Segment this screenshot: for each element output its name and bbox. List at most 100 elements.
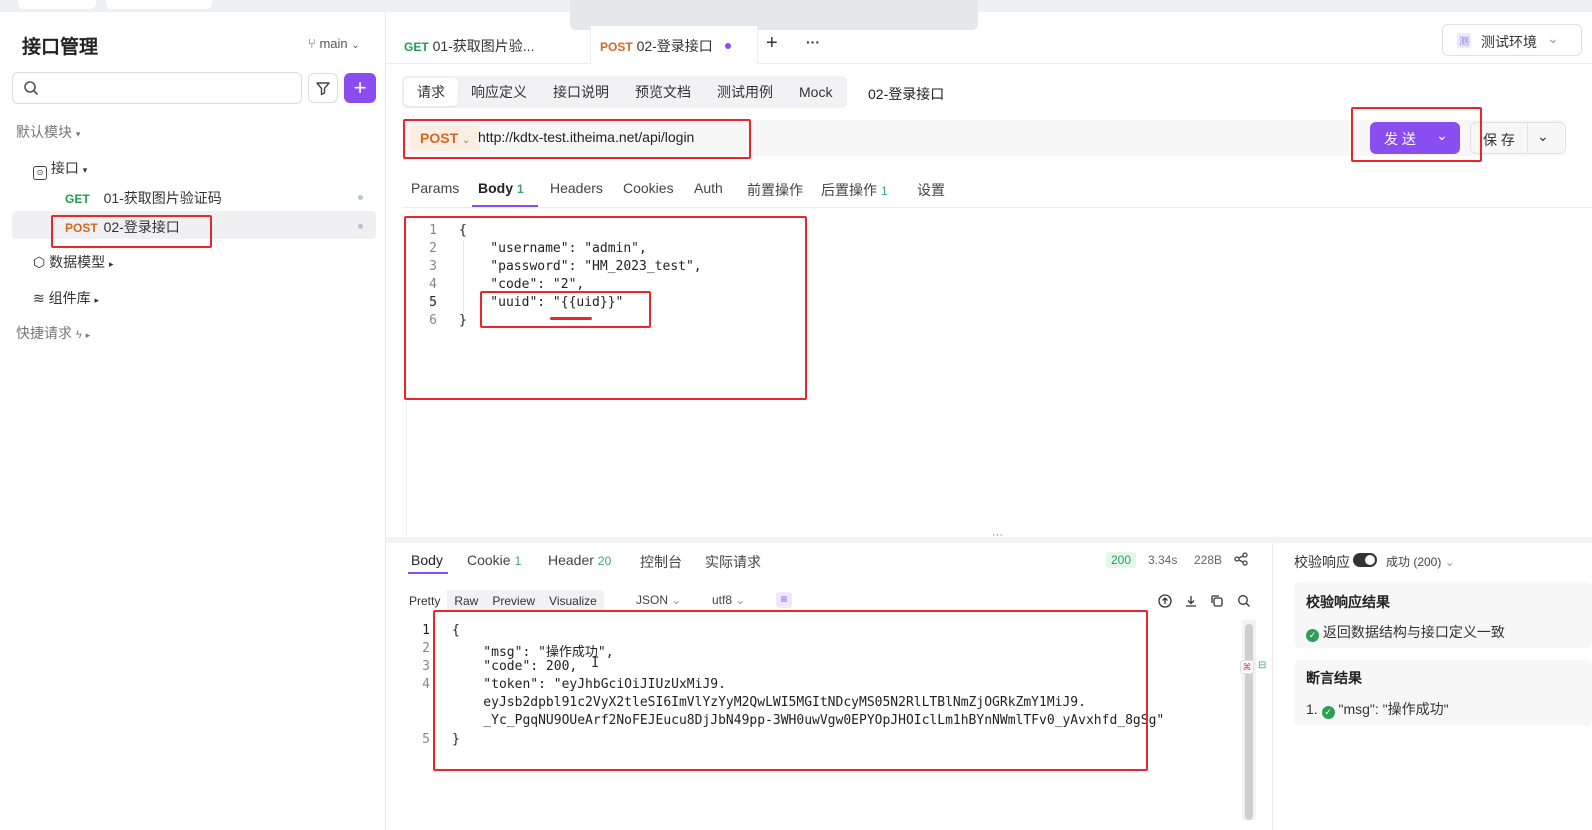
branch-selector[interactable]: ⑂ main ⌄	[308, 36, 360, 51]
mode-raw[interactable]: Raw	[447, 590, 485, 612]
tab-count: 1	[514, 554, 522, 568]
assert-text: "msg": "操作成功"	[1338, 701, 1449, 717]
mode-pretty[interactable]: Pretty	[402, 590, 448, 612]
check-circle-icon: ✓	[1321, 706, 1335, 719]
copy-icon[interactable]	[1210, 594, 1224, 611]
code-line: eyJsb2dpbl91c2VyX2tleSI6ImVlYzYyM2QwLWI5…	[452, 695, 1086, 710]
tab-post-login[interactable]: POST 02-登录接口	[600, 36, 731, 56]
request-body-editor[interactable]: 1 2 3 4 5 6 { "username": "admin", "pass…	[406, 218, 1592, 536]
save-button[interactable]: 保 存 ⌄	[1470, 122, 1566, 154]
tab-request[interactable]: 请求	[404, 78, 458, 106]
save-label: 保 存	[1483, 132, 1515, 148]
sidebar-item-label: 01-获取图片验证码	[103, 190, 222, 206]
tab-label: Header	[548, 552, 594, 568]
validation-status-select[interactable]: 成功 (200) ⌄	[1386, 553, 1455, 570]
chevron-down-icon: ⌄	[671, 593, 682, 607]
check-circle-icon: ✓	[1306, 629, 1319, 642]
method-badge: GET	[404, 40, 429, 54]
code-line: {	[459, 223, 467, 238]
mode-visualize[interactable]: Visualize	[542, 590, 604, 612]
filter-button[interactable]	[308, 73, 338, 103]
chevron-down-icon: ⌄	[351, 40, 360, 51]
line-number: 2	[422, 641, 430, 656]
send-dropdown-icon[interactable]: ⌄	[1436, 127, 1448, 144]
tab-mock[interactable]: Mock	[786, 78, 845, 106]
default-module-label: 默认模块	[16, 124, 72, 140]
tab-post-ops[interactable]: 后置操作 1	[821, 180, 888, 200]
sidebar-item-post[interactable]: POST 02-登录接口	[65, 217, 180, 237]
variable-underline	[550, 317, 592, 320]
tab-label: Cookie	[467, 552, 511, 568]
lightning-icon: ϟ	[75, 329, 82, 341]
tab-preview-docs[interactable]: 预览文档	[622, 78, 704, 106]
tab-get-captcha[interactable]: GET 01-获取图片验...	[404, 36, 534, 56]
line-number: 1	[422, 623, 430, 638]
assertion-result-card: 断言结果 1. ✓ "msg": "操作成功"	[1294, 660, 1592, 726]
request-name[interactable]: 02-登录接口	[868, 84, 944, 104]
save-dropdown-icon[interactable]: ⌄	[1537, 128, 1549, 145]
mode-preview[interactable]: Preview	[485, 590, 542, 612]
tab-console[interactable]: 控制台	[640, 552, 682, 572]
tab-response-definition[interactable]: 响应定义	[458, 78, 540, 106]
line-number: 6	[429, 313, 437, 328]
send-button[interactable]: 发 送 ⌄	[1370, 122, 1460, 154]
tab-test-cases[interactable]: 测试用例	[704, 78, 786, 106]
tab-headers[interactable]: Headers	[550, 180, 603, 196]
caret-right-icon: ▸	[85, 330, 91, 340]
caret-right-icon: ▸	[109, 259, 114, 269]
tab-response-cookie[interactable]: Cookie 1	[467, 552, 521, 568]
add-button[interactable]: +	[344, 73, 376, 103]
tab-count: 20	[597, 554, 612, 568]
tab-settings[interactable]: 设置	[917, 180, 945, 200]
validate-response-toggle[interactable]	[1353, 553, 1377, 567]
download-icon[interactable]	[1184, 594, 1198, 611]
line-number: 3	[429, 259, 437, 274]
encoding-select[interactable]: utf8 ⌄	[712, 593, 745, 607]
send-label: 发 送	[1384, 131, 1416, 147]
json-path-icon[interactable]: ⌘	[1240, 660, 1254, 674]
format-mode-selector: Pretty Raw Preview Visualize	[402, 590, 604, 612]
tab-params[interactable]: Params	[411, 180, 459, 196]
add-tab-button[interactable]: +	[766, 32, 778, 55]
format-type-select[interactable]: JSON ⌄	[636, 593, 681, 607]
encoding-label: utf8	[712, 593, 733, 607]
tab-response-body[interactable]: Body	[411, 552, 443, 568]
scrollbar-thumb[interactable]	[1245, 624, 1253, 820]
upload-icon[interactable]	[1158, 594, 1172, 611]
method-badge: POST	[600, 40, 633, 54]
components-group[interactable]: ≋ 组件库 ▸	[33, 288, 99, 308]
chevron-down-icon: ⌄	[462, 135, 471, 146]
wrap-lines-icon[interactable]: ≡	[776, 592, 792, 608]
sidebar-item-get[interactable]: GET 01-获取图片验证码	[65, 188, 222, 208]
data-model-group[interactable]: ⬡ 数据模型 ▸	[33, 252, 114, 272]
search-icon[interactable]	[1237, 594, 1251, 611]
result-text: 返回数据结构与接口定义一致	[1322, 624, 1505, 640]
tab-cookies[interactable]: Cookies	[623, 180, 674, 196]
environment-selector[interactable]: 测 测试环境 ⌄	[1442, 24, 1582, 56]
schema-icon[interactable]: ⊟	[1258, 660, 1266, 671]
validate-response-label: 校验响应	[1294, 554, 1350, 570]
resize-handle-icon[interactable]: ···	[992, 529, 1003, 541]
tab-api-description[interactable]: 接口说明	[540, 78, 622, 106]
more-tabs-button[interactable]: ···	[806, 34, 820, 50]
tab-auth[interactable]: Auth	[694, 180, 723, 196]
api-group[interactable]: ⊙ 接口 ▾	[33, 158, 87, 180]
tab-response-header[interactable]: Header 20	[548, 552, 611, 568]
code-line: "token": "eyJhbGciOiJIUzUxMiJ9.	[452, 677, 726, 692]
method-select[interactable]: POST ⌄	[410, 125, 481, 151]
search-input[interactable]	[45, 73, 285, 101]
tab-body[interactable]: Body 1	[478, 180, 524, 196]
chevron-down-icon: ⌄	[735, 593, 746, 607]
tab-pre-ops[interactable]: 前置操作	[747, 180, 803, 200]
tab-actual-request[interactable]: 实际请求	[705, 552, 761, 572]
code-line: "password": "HM_2023_test",	[459, 259, 702, 274]
top-tab-1[interactable]	[18, 0, 96, 9]
top-tab-2[interactable]	[106, 0, 212, 9]
tab-label: 后置操作	[821, 182, 877, 198]
tab-label: Body	[478, 180, 513, 196]
default-module[interactable]: 默认模块 ▾	[16, 122, 80, 142]
share-icon[interactable]	[1234, 552, 1248, 569]
quick-request-group[interactable]: 快捷请求 ϟ ▸	[16, 323, 90, 343]
url-input[interactable]: http://kdtx-test.itheima.net/api/login	[478, 129, 694, 145]
response-scrollbar[interactable]	[1242, 620, 1256, 820]
